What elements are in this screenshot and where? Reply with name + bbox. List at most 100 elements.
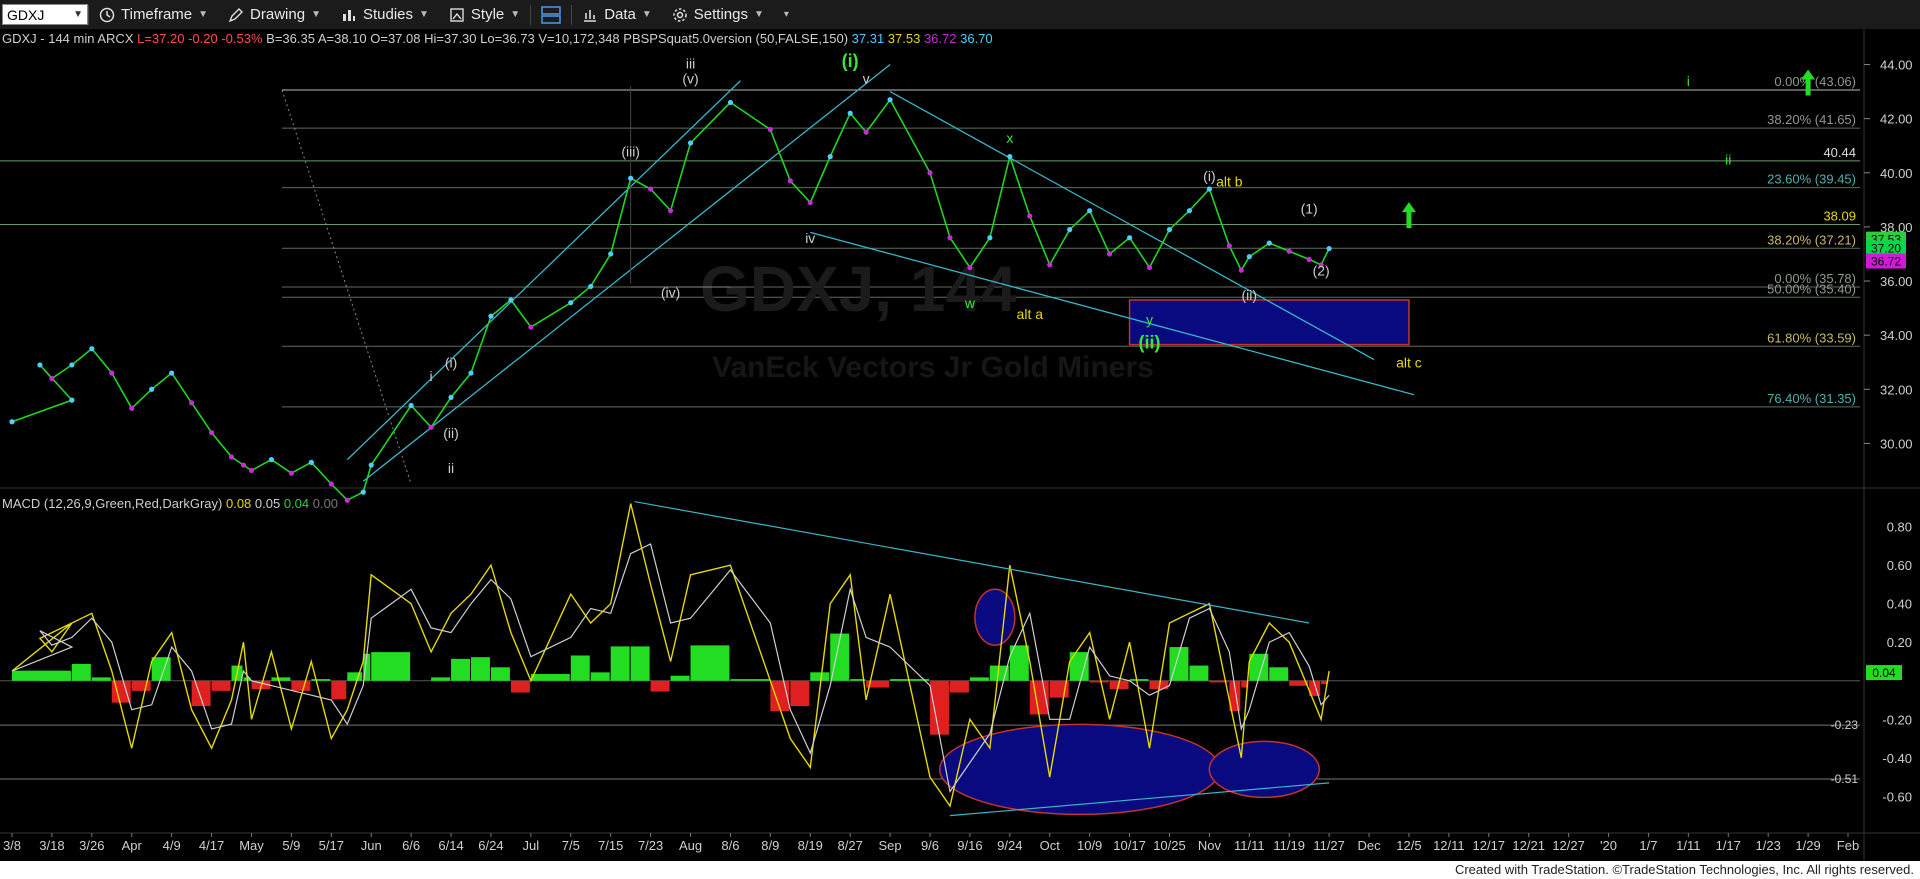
- settings-menu[interactable]: Settings ▼: [662, 0, 774, 29]
- price-point: [767, 126, 773, 133]
- price-point: [1027, 213, 1033, 219]
- price-point: [1126, 235, 1133, 241]
- x-tick-label: 1/17: [1716, 838, 1741, 853]
- macd-histogram-bar: [1129, 679, 1149, 681]
- x-tick-label: 6/24: [478, 838, 503, 853]
- price-point: [37, 362, 43, 368]
- chart-background: [0, 29, 1920, 861]
- chevron-down-icon: ▼: [753, 9, 764, 20]
- header-field: -0.53%: [218, 31, 263, 46]
- price-point: [9, 419, 15, 425]
- x-tick-label: 1/29: [1795, 838, 1820, 853]
- price-point: [588, 283, 594, 290]
- macd-histogram-bar: [451, 658, 470, 681]
- wave-label: iii: [686, 56, 695, 72]
- x-tick-label: 8/27: [838, 838, 863, 853]
- style-label: Style: [470, 6, 505, 23]
- header-field: V=10,172,348: [535, 31, 620, 46]
- macd-histogram-bar: [949, 680, 969, 693]
- price-tag: 37.20: [1871, 242, 1901, 256]
- overflow-menu[interactable]: ▾: [774, 0, 799, 29]
- x-tick-label: 8/9: [761, 838, 779, 853]
- toolbar: GDXJ ▼ Timeframe ▼ Drawing ▼ Studies ▼ S…: [0, 0, 1920, 30]
- layout-button[interactable]: [531, 0, 571, 29]
- price-point: [1238, 267, 1244, 273]
- macd-histogram-bar: [1089, 680, 1109, 683]
- drawing-menu[interactable]: Drawing ▼: [218, 0, 331, 29]
- price-point: [448, 394, 454, 400]
- header-field: 36.70: [957, 31, 993, 46]
- macd-histogram-bar: [969, 677, 989, 681]
- wave-label: (iv): [661, 284, 680, 300]
- data-menu[interactable]: Data ▼: [572, 0, 662, 29]
- header-field: A=38.10: [315, 31, 367, 46]
- x-tick-label: 6/14: [438, 838, 463, 853]
- chevron-down-icon: ▼: [311, 9, 321, 20]
- macd-histogram-bar: [670, 675, 690, 681]
- x-tick-label: 12/21: [1512, 838, 1545, 853]
- macd-histogram-bar: [610, 646, 630, 681]
- layout-icon: [541, 5, 561, 24]
- macd-highlight-ellipse: [938, 723, 1221, 816]
- wave-label: ii: [1725, 152, 1731, 168]
- macd-y-tick-label: 0.60: [1887, 558, 1912, 573]
- y-tick-label: 32.00: [1880, 382, 1913, 397]
- wave-label: alt c: [1396, 355, 1422, 371]
- price-tag: 36.72: [1871, 255, 1901, 269]
- macd-histogram-bar: [790, 680, 810, 707]
- price-point: [344, 497, 350, 503]
- wave-label: alt b: [1216, 173, 1243, 189]
- price-point: [947, 235, 953, 241]
- macd-header-value: 0.04: [280, 496, 309, 511]
- x-tick-label: 8/6: [721, 838, 739, 853]
- x-tick-label: 3/18: [39, 838, 64, 853]
- symbol-value: GDXJ: [7, 6, 45, 23]
- x-tick-label: 1/7: [1639, 838, 1657, 853]
- x-tick-label: Sep: [879, 838, 902, 853]
- x-tick-label: 5/17: [319, 838, 344, 853]
- header-field: PBSPSquat5.0version (50,FALSE,150): [620, 31, 848, 46]
- x-tick-label: 10/17: [1113, 838, 1146, 853]
- macd-highlight-ellipse: [974, 588, 1016, 646]
- wave-label: alt a: [1017, 306, 1044, 322]
- price-point: [608, 251, 614, 257]
- chart-area[interactable]: 0.00% (43.06) 38.20% (41.65) 23.60% (39.45…: [0, 29, 1920, 861]
- x-tick-label: Dec: [1357, 838, 1381, 853]
- price-point: [169, 370, 175, 376]
- price-point: [887, 97, 893, 103]
- price-point: [827, 153, 833, 160]
- price-point: [847, 110, 853, 116]
- price-header: GDXJ - 144 min ARCX L=37.20 -0.20 -0.53%…: [2, 31, 993, 46]
- symbol-selector[interactable]: GDXJ ▼: [2, 4, 88, 25]
- price-point: [667, 208, 674, 214]
- macd-histogram-bar: [51, 673, 71, 681]
- fib-level-label: 61.80% (33.59): [1767, 330, 1856, 345]
- macd-header: MACD (12,26,9,Green,Red,DarkGray) 0.08 0…: [2, 496, 338, 511]
- macd-histogram-bar: [1189, 665, 1209, 681]
- clock-icon: [99, 7, 115, 22]
- y-tick-label: 44.00: [1880, 58, 1913, 73]
- macd-histogram-bar: [630, 646, 650, 681]
- x-tick-label: 11/27: [1313, 838, 1345, 853]
- price-point: [360, 489, 366, 495]
- x-tick-label: 1/11: [1676, 838, 1700, 853]
- header-field: 37.31: [848, 31, 884, 46]
- price-point: [240, 462, 247, 468]
- price-point: [89, 346, 95, 352]
- macd-y-tick-label: -0.60: [1882, 789, 1912, 804]
- timeframe-menu[interactable]: Timeframe ▼: [89, 0, 218, 29]
- macd-y-tick-label: 0.40: [1887, 597, 1912, 612]
- studies-menu[interactable]: Studies ▼: [331, 0, 439, 29]
- macd-y-tick-label: -0.40: [1882, 751, 1912, 766]
- macd-histogram-bar: [211, 680, 231, 691]
- macd-histogram-bar: [331, 680, 347, 700]
- price-point: [927, 170, 933, 176]
- macd-histogram-bar: [530, 674, 570, 681]
- wave-label: ii: [448, 460, 454, 476]
- x-tick-label: 10/25: [1153, 838, 1186, 853]
- style-menu[interactable]: Style ▼: [439, 0, 530, 29]
- data-label: Data: [604, 6, 636, 23]
- macd-histogram-bar: [510, 680, 530, 693]
- price-point: [1146, 264, 1153, 271]
- x-tick-label: 8/19: [798, 838, 823, 853]
